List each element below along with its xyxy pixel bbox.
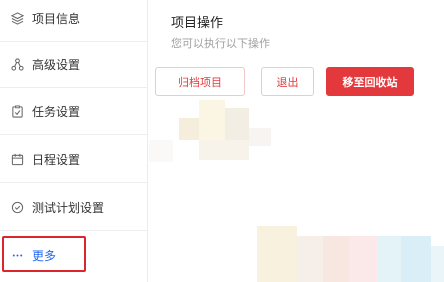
blur-block — [199, 140, 249, 160]
sidebar-item-project-info[interactable]: 项目信息 — [0, 0, 147, 42]
blur-block — [199, 100, 225, 140]
main-panel: 项目操作 您可以执行以下操作 归档项目 退出 移至回收站 — [149, 0, 444, 282]
check-circle-icon — [10, 201, 24, 215]
sidebar-item-label: 任务设置 — [32, 105, 81, 119]
sidebar-item-label: 高级设置 — [32, 58, 81, 72]
blur-block — [401, 236, 431, 282]
sidebar-item-label: 日程设置 — [32, 153, 81, 167]
blur-block — [297, 236, 323, 282]
sidebar-item-advanced-settings[interactable]: 高级设置 — [0, 42, 147, 88]
page-subtitle: 您可以执行以下操作 — [171, 37, 270, 50]
nodes-icon — [10, 58, 24, 72]
highlight-outline — [2, 236, 86, 272]
blur-block — [249, 128, 271, 146]
blur-block — [377, 236, 401, 282]
page-title: 项目操作 — [171, 16, 224, 31]
blur-block — [179, 118, 199, 140]
blur-block — [149, 140, 173, 162]
exit-button[interactable]: 退出 — [261, 67, 314, 96]
sidebar-item-label: 测试计划设置 — [32, 201, 105, 215]
sidebar-item-schedule-settings[interactable]: 日程设置 — [0, 137, 147, 183]
sidebar: 项目信息 高级设置 任务设置 日程设置 测试计划设置 更多 — [0, 0, 148, 282]
clipboard-check-icon — [10, 105, 24, 119]
move-to-recycle-bin-button[interactable]: 移至回收站 — [326, 67, 414, 96]
archive-project-button[interactable]: 归档项目 — [155, 67, 245, 96]
calendar-icon — [10, 153, 24, 167]
blur-block — [431, 246, 444, 282]
blur-block — [349, 236, 377, 282]
sidebar-item-task-settings[interactable]: 任务设置 — [0, 89, 147, 135]
layers-icon — [10, 12, 24, 26]
blur-block — [257, 226, 297, 282]
sidebar-item-test-plan-settings[interactable]: 测试计划设置 — [0, 185, 147, 231]
sidebar-item-label: 项目信息 — [32, 12, 81, 26]
blur-block — [323, 236, 349, 282]
blur-block — [225, 108, 249, 140]
